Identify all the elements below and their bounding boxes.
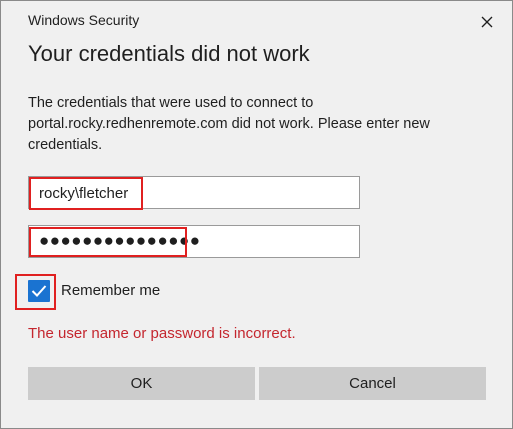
cancel-button[interactable]: Cancel — [259, 367, 486, 400]
close-button[interactable] — [474, 9, 500, 35]
remember-me-label[interactable]: Remember me — [61, 282, 160, 299]
dialog-description: The credentials that were used to connec… — [28, 95, 430, 153]
remember-me-checkbox[interactable] — [28, 280, 50, 302]
error-message: The user name or password is incorrect. — [28, 325, 296, 342]
username-field[interactable]: rocky\fletcher — [28, 176, 360, 209]
window-title: Windows Security — [28, 12, 140, 28]
password-field[interactable]: ●●●●●●●●●●●●●●● — [28, 225, 360, 258]
dialog-heading: Your credentials did not work — [28, 41, 310, 66]
ok-button[interactable]: OK — [28, 367, 255, 400]
close-icon — [481, 16, 493, 28]
checkmark-icon — [31, 285, 47, 297]
password-masked-value: ●●●●●●●●●●●●●●● — [39, 231, 201, 250]
windows-security-dialog: Windows Security Your credentials did no… — [0, 0, 513, 429]
title-bar: Windows Security — [1, 1, 512, 39]
username-value: rocky\fletcher — [39, 185, 129, 202]
